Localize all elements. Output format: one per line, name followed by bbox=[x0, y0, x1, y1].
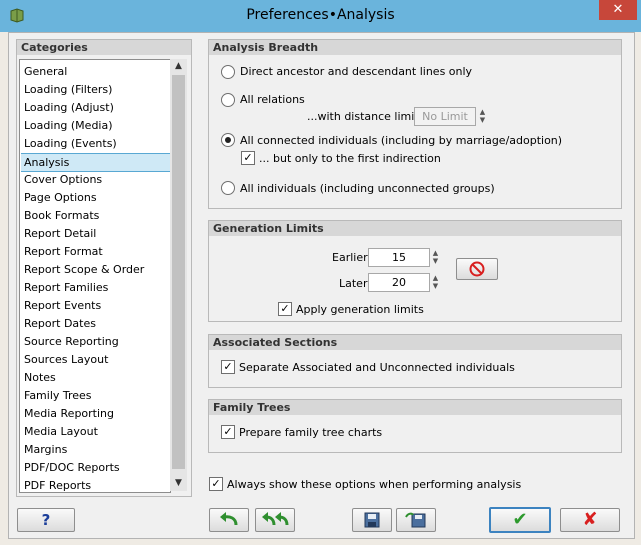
category-item[interactable]: PDF/DOC Reports bbox=[24, 459, 120, 476]
prepare-trees-label: Prepare family tree charts bbox=[239, 426, 383, 439]
help-button[interactable]: ? bbox=[17, 508, 75, 532]
ok-button[interactable]: ✔ bbox=[489, 507, 551, 533]
category-item[interactable]: Sources Layout bbox=[24, 351, 108, 368]
categories-scrollbar[interactable]: ▲ ▼ bbox=[170, 59, 187, 491]
undo-arrow-icon bbox=[220, 512, 238, 526]
categories-list[interactable]: General Loading (Filters) Loading (Adjust)… bbox=[19, 59, 171, 493]
category-item[interactable]: Family Trees bbox=[24, 387, 92, 404]
category-item[interactable]: Analysis bbox=[21, 153, 170, 172]
category-item[interactable]: Source Reporting bbox=[24, 333, 119, 350]
category-item[interactable]: Page Options bbox=[24, 189, 97, 206]
save-disk-icon bbox=[364, 512, 380, 528]
connected-label: All connected individuals (including by … bbox=[240, 134, 563, 147]
first-indirection-checkbox[interactable]: ✓ bbox=[241, 151, 255, 165]
category-item[interactable]: Media Reporting bbox=[24, 405, 114, 422]
radio-selected-dot-icon bbox=[225, 137, 231, 143]
associated-sections-header: Associated Sections bbox=[209, 335, 621, 350]
undo-all-button[interactable] bbox=[255, 508, 295, 532]
radio-all-relations[interactable] bbox=[221, 93, 235, 107]
first-indirection-label: ... but only to the first indirection bbox=[259, 152, 441, 165]
later-spinner-icon[interactable]: ▲ ▼ bbox=[431, 274, 440, 290]
distance-spinner-icon[interactable]: ▲ ▼ bbox=[478, 108, 487, 124]
category-item[interactable]: Report Events bbox=[24, 297, 101, 314]
close-button[interactable]: ✕ bbox=[599, 0, 637, 20]
earlier-spinner-icon[interactable]: ▲ ▼ bbox=[431, 249, 440, 265]
radio-connected[interactable] bbox=[221, 133, 235, 147]
category-item[interactable]: Report Families bbox=[24, 279, 108, 296]
category-item[interactable]: Media Layout bbox=[24, 423, 98, 440]
separate-associated-label: Separate Associated and Unconnected indi… bbox=[239, 361, 515, 374]
category-item[interactable]: Cover Options bbox=[24, 171, 102, 188]
undo-button[interactable] bbox=[209, 508, 249, 532]
all-relations-label: All relations bbox=[240, 93, 305, 106]
category-item[interactable]: General bbox=[24, 63, 67, 80]
save-defaults-button[interactable] bbox=[352, 508, 392, 532]
load-defaults-button[interactable] bbox=[396, 508, 436, 532]
categories-header: Categories bbox=[17, 40, 191, 55]
scroll-up-icon[interactable]: ▲ bbox=[170, 59, 187, 74]
scroll-thumb[interactable] bbox=[172, 75, 185, 469]
category-item[interactable]: Loading (Events) bbox=[24, 135, 117, 152]
all-individuals-label: All individuals (including unconnected g… bbox=[240, 182, 495, 195]
category-item[interactable]: Loading (Adjust) bbox=[24, 99, 114, 116]
category-item[interactable]: Book Formats bbox=[24, 207, 99, 224]
prepare-trees-checkbox[interactable]: ✓ bbox=[221, 425, 235, 439]
category-item[interactable]: PDF Reports bbox=[24, 477, 91, 494]
category-item[interactable]: Report Dates bbox=[24, 315, 96, 332]
title-bar: Preferences•Analysis ✕ bbox=[0, 0, 641, 32]
distance-limit-label: ...with distance limit: bbox=[307, 110, 423, 123]
apply-limits-label: Apply generation limits bbox=[296, 303, 424, 316]
no-entry-icon bbox=[469, 261, 485, 277]
later-label: Later: bbox=[339, 277, 371, 290]
cancel-button[interactable]: ✘ bbox=[560, 508, 620, 532]
later-field[interactable]: 20 bbox=[368, 273, 430, 292]
earlier-label: Earlier: bbox=[332, 251, 372, 264]
category-item[interactable]: Report Detail bbox=[24, 225, 96, 242]
category-item[interactable]: Notes bbox=[24, 369, 56, 386]
apply-limits-checkbox[interactable]: ✓ bbox=[278, 302, 292, 316]
separate-associated-checkbox[interactable]: ✓ bbox=[221, 360, 235, 374]
distance-limit-field[interactable]: No Limit bbox=[414, 107, 476, 126]
analysis-breadth-header: Analysis Breadth bbox=[209, 40, 621, 55]
category-item[interactable]: Report Scope & Order bbox=[24, 261, 144, 278]
undo-all-arrows-icon bbox=[262, 512, 289, 526]
category-item[interactable]: Loading (Filters) bbox=[24, 81, 112, 98]
family-trees-header: Family Trees bbox=[209, 400, 621, 415]
radio-all-individuals[interactable] bbox=[221, 181, 235, 195]
category-item[interactable]: Margins bbox=[24, 441, 67, 458]
generation-limits-header: Generation Limits bbox=[209, 221, 621, 236]
scroll-down-icon[interactable]: ▼ bbox=[170, 476, 187, 491]
window-title: Preferences•Analysis bbox=[246, 7, 395, 23]
category-item[interactable]: Report Format bbox=[24, 243, 103, 260]
always-show-label: Always show these options when performin… bbox=[227, 478, 522, 491]
radio-direct[interactable] bbox=[221, 65, 235, 79]
load-disk-icon bbox=[405, 512, 426, 528]
reset-limits-button[interactable] bbox=[456, 258, 498, 280]
category-item[interactable]: Loading (Media) bbox=[24, 117, 113, 134]
direct-label: Direct ancestor and descendant lines onl… bbox=[240, 65, 473, 78]
earlier-field[interactable]: 15 bbox=[368, 248, 430, 267]
always-show-checkbox[interactable]: ✓ bbox=[209, 477, 223, 491]
